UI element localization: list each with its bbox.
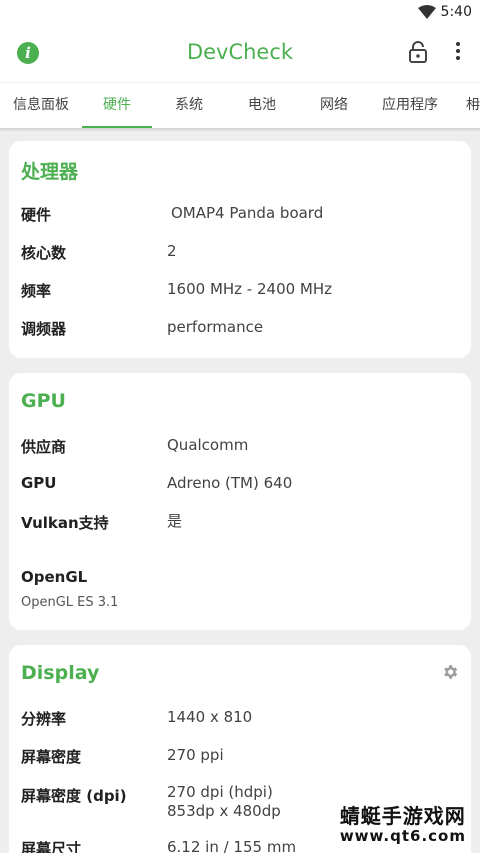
status-time: 5:40 — [440, 4, 472, 20]
gear-icon[interactable] — [441, 663, 459, 681]
row-value-secondary: 853dp x 480dp — [167, 802, 281, 820]
row-value: performance — [167, 318, 264, 336]
row-value: Adreno (TM) 640 — [167, 474, 293, 492]
row-value: 270 ppi — [167, 746, 224, 764]
gpu-card: GPU 供应商 Qualcomm GPU Adreno (TM) 640 Vul… — [9, 373, 471, 630]
tab-system[interactable]: 系统 — [152, 83, 226, 128]
watermark-text: 蜻蜓手游戏网 — [339, 804, 466, 828]
row-label: Vulkan支持 — [21, 514, 109, 532]
tab-label: 电池 — [248, 97, 276, 113]
row-label: 调频器 — [21, 320, 67, 338]
row-label: 核心数 — [21, 244, 67, 262]
tab-network[interactable]: 网络 — [298, 83, 370, 128]
opengl-label: OpenGL — [21, 568, 88, 586]
wifi-icon — [418, 5, 436, 19]
card-title: 处理器 — [21, 161, 79, 183]
row-label: 屏幕密度 — [21, 748, 82, 766]
row-label: 硬件 — [21, 206, 52, 224]
row-value: 1600 MHz - 2400 MHz — [167, 280, 333, 298]
app-bar: i DevCheck — [0, 26, 480, 82]
tab-battery[interactable]: 电池 — [226, 83, 298, 128]
more-options-icon[interactable] — [456, 42, 462, 63]
row-label: 供应商 — [21, 438, 67, 456]
processor-card: 处理器 硬件 OMAP4 Panda board 核心数 2 频率 1600 M… — [9, 141, 471, 358]
row-label: 屏幕密度 (dpi) — [21, 787, 127, 805]
row-value: Qualcomm — [167, 436, 249, 454]
tab-label: 枏 — [466, 97, 480, 113]
status-bar: 5:40 — [0, 0, 480, 26]
watermark: 蜻蜓手游戏网 www.qt6.com — [340, 800, 466, 845]
opengl-value: OpenGL ES 3.1 — [21, 595, 119, 610]
row-label: GPU — [21, 474, 57, 492]
row-value: 270 dpi (hdpi) — [167, 783, 273, 801]
watermark-domain: www.qt6.com — [339, 827, 466, 845]
tab-label: 系统 — [175, 97, 203, 113]
tab-partial[interactable]: 枏 — [466, 83, 480, 128]
lock-open-icon[interactable] — [409, 41, 427, 63]
card-title: GPU — [21, 390, 66, 412]
row-label: 分辨率 — [21, 710, 67, 728]
tab-apps[interactable]: 应用程序 — [370, 83, 450, 128]
row-value: 1440 x 810 — [167, 708, 253, 726]
row-label: 频率 — [21, 282, 52, 300]
tab-label: 网络 — [320, 97, 348, 113]
tabs-shadow — [0, 128, 480, 132]
tab-label: 硬件 — [103, 97, 131, 113]
row-value: 6.12 in / 155 mm — [167, 838, 297, 853]
app-title: DevCheck — [186, 40, 294, 64]
tab-dashboard[interactable]: 信息面板 — [0, 83, 82, 128]
tab-label: 应用程序 — [382, 97, 438, 113]
tab-label: 信息面板 — [13, 97, 69, 113]
card-title: Display — [21, 662, 100, 684]
row-value: OMAP4 Panda board — [171, 204, 324, 222]
row-value: 是 — [167, 512, 183, 530]
row-label: 屏幕尺寸 — [21, 840, 82, 853]
tab-hardware[interactable]: 硬件 — [82, 83, 152, 128]
tab-bar: 信息面板 硬件 系统 电池 网络 应用程序 枏 — [0, 82, 480, 128]
row-value: 2 — [167, 242, 177, 260]
